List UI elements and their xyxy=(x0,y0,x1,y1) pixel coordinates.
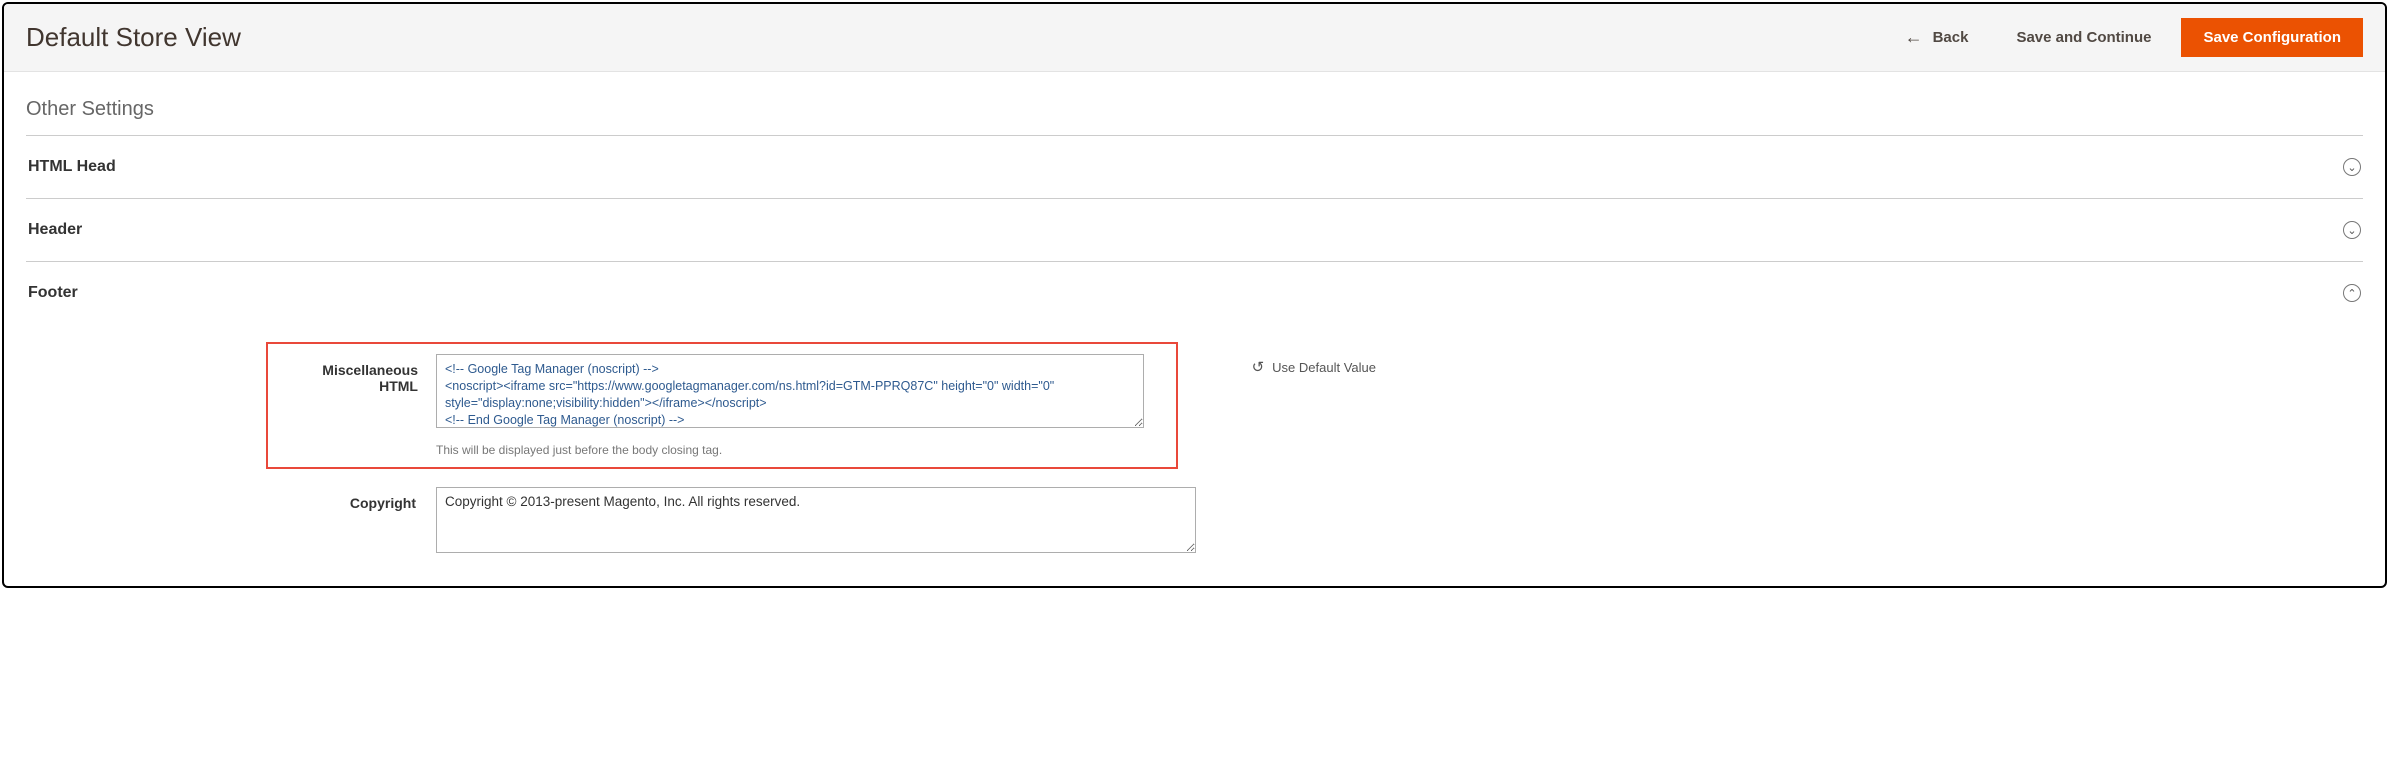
content: Other Settings HTML Head ⌄ Header ⌄ Foot… xyxy=(4,72,2385,586)
use-default-label: Use Default Value xyxy=(1272,360,1376,375)
save-configuration-button[interactable]: Save Configuration xyxy=(2181,18,2363,57)
accordion-label-header: Header xyxy=(28,221,82,239)
copyright-textarea[interactable] xyxy=(436,487,1196,553)
misc-html-textarea[interactable] xyxy=(436,354,1144,428)
section-title: Other Settings xyxy=(26,92,2363,135)
use-default-value-toggle[interactable]: ↺ Use Default Value xyxy=(1252,358,1376,376)
chevron-up-icon: ⌃ xyxy=(2343,284,2361,302)
accordion-label-html-head: HTML Head xyxy=(28,158,116,176)
page-title: Default Store View xyxy=(26,22,241,53)
chevron-down-icon: ⌄ xyxy=(2343,221,2361,239)
arrow-left-icon: ← xyxy=(1905,27,1923,48)
save-continue-button[interactable]: Save and Continue xyxy=(1994,21,2173,54)
back-button-label: Back xyxy=(1933,29,1969,46)
field-label-copyright: Copyright xyxy=(266,487,416,511)
topbar: Default Store View ← Back Save and Conti… xyxy=(4,4,2385,72)
back-button[interactable]: ← Back xyxy=(1887,19,1987,56)
accordion-html-head[interactable]: HTML Head ⌄ xyxy=(26,136,2363,198)
field-label-misc-html: Miscellaneous HTML xyxy=(286,354,418,457)
undo-icon: ↺ xyxy=(1252,358,1265,376)
misc-html-hint: This will be displayed just before the b… xyxy=(436,443,1158,457)
action-bar: ← Back Save and Continue Save Configurat… xyxy=(1887,18,2363,57)
accordion-footer[interactable]: Footer ⌃ xyxy=(26,262,2363,324)
footer-panel: Miscellaneous HTML This will be displaye… xyxy=(26,324,2363,556)
chevron-down-icon: ⌄ xyxy=(2343,158,2361,176)
accordion-label-footer: Footer xyxy=(28,284,78,302)
accordion-header[interactable]: Header ⌄ xyxy=(26,199,2363,261)
field-row-copyright: Copyright xyxy=(266,487,2363,556)
highlight-misc-html: Miscellaneous HTML This will be displaye… xyxy=(266,342,1178,469)
